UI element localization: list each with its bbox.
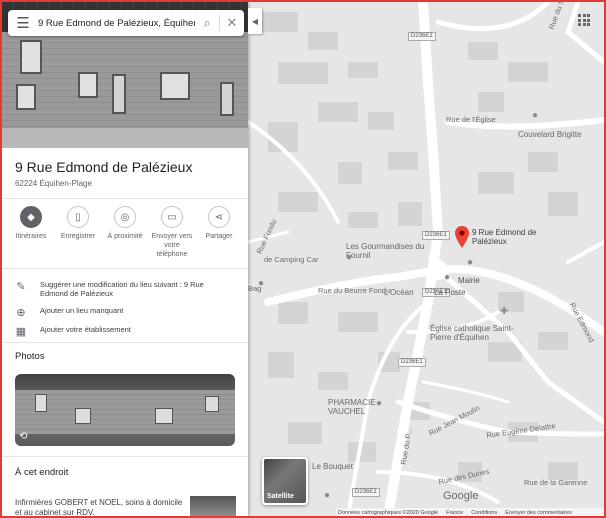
send-to-phone-label: Envoyer vers votre téléphone: [151, 233, 193, 258]
here-heading: À cet endroit: [15, 467, 69, 478]
search-box[interactable]: ☰ 9 Rue Edmond de Palézieux, Équihen-Pla…: [8, 10, 244, 36]
pharmacy-marker-icon[interactable]: ●: [376, 398, 382, 409]
road-tag-d236e1: D236E1: [422, 231, 450, 240]
nearby-label: À proximité: [107, 233, 143, 240]
share-icon: ⋖: [208, 206, 230, 228]
shop-marker-icon[interactable]: ●: [346, 252, 352, 263]
satellite-toggle[interactable]: Satellite: [262, 457, 308, 505]
place-panel: ☰ 9 Rue Edmond de Palézieux, Équihen-Pla…: [2, 2, 248, 516]
add-missing-place-label: Ajouter un lieu manquant: [40, 306, 124, 315]
send-to-phone-icon: ▭: [161, 206, 183, 228]
nearby-icon: ◎: [114, 206, 136, 228]
region-link[interactable]: France: [446, 510, 463, 516]
menu-icon[interactable]: ☰: [8, 14, 38, 32]
divider: [2, 198, 248, 199]
divider: [2, 342, 248, 343]
add-business-item[interactable]: ▦ Ajouter votre établissement: [2, 325, 248, 338]
save-label: Enregistrer: [60, 233, 96, 240]
photos-heading: Photos: [15, 351, 45, 362]
collapse-panel-button[interactable]: ◀: [248, 8, 262, 34]
map-label-couvelard: Couvelard Brigitte: [518, 130, 582, 139]
map-label-gourmandises: Les Gourmandises du Fournil: [346, 242, 425, 260]
share-button[interactable]: ⋖ Partager: [196, 206, 242, 259]
map-label-la-poste: La Poste: [434, 288, 466, 297]
map-canvas[interactable]: D236E1 D236E1 D236E1 D236E1 D236E1 Rue d…: [248, 2, 604, 516]
divider: [2, 456, 248, 457]
place-title: 9 Rue Edmond de Palézieux: [15, 159, 193, 175]
share-label: Partager: [205, 233, 233, 240]
map-footer: Données cartographiques ©2020 Google Fra…: [336, 508, 604, 516]
map-label-camping: de Camping Car: [264, 255, 319, 264]
road-tag-d236e1: D236E1: [408, 32, 436, 41]
directions-button[interactable]: ◆ Itinéraires: [8, 206, 54, 259]
map-label-rue-garenne: Rue de la Garenne: [524, 478, 588, 487]
business-listing[interactable]: Infirmières GOBERT et NOEL, soins à domi…: [15, 498, 183, 516]
pin-label: 9 Rue Edmond de Palézieux: [472, 228, 537, 246]
street-view-icon: ⟲: [19, 431, 28, 442]
google-logo: Google: [443, 490, 479, 502]
street-view-photo[interactable]: ⟲: [15, 374, 235, 446]
bookmark-icon: ▯: [67, 206, 89, 228]
suggest-edit-item[interactable]: ✎ Suggérer une modification du lieu suiv…: [2, 280, 248, 298]
satellite-label: Satellite: [267, 493, 294, 500]
send-to-phone-button[interactable]: ▭ Envoyer vers votre téléphone: [149, 206, 195, 259]
close-icon[interactable]: ✕: [220, 15, 244, 31]
map-label-rue-beurre: Rue du Beurre Fondu: [318, 286, 391, 295]
add-missing-place-item[interactable]: ⊕ Ajouter un lieu manquant: [2, 306, 248, 319]
action-bar: ◆ Itinéraires ▯ Enregistrer ◎ À proximit…: [8, 206, 242, 259]
map-label-le-bouquet: Le Bouquet: [312, 462, 353, 471]
add-business-icon: ▦: [15, 326, 27, 338]
road-tag-d236e1: D236E1: [398, 358, 426, 367]
townhall-marker-icon[interactable]: ●: [444, 272, 450, 283]
pencil-icon: ✎: [16, 281, 26, 293]
search-icon[interactable]: ⌕: [195, 15, 219, 31]
apps-grid-icon[interactable]: [578, 14, 590, 26]
directions-icon: ◆: [20, 206, 42, 228]
flower-shop-marker-icon[interactable]: ●: [324, 490, 330, 501]
map-data-credit: Données cartographiques ©2020 Google: [338, 510, 439, 516]
add-location-icon: ⊕: [16, 307, 26, 319]
divider: [2, 268, 248, 269]
add-business-label: Ajouter votre établissement: [40, 325, 131, 334]
map-label-locean: L'Océan: [384, 288, 414, 297]
save-button[interactable]: ▯ Enregistrer: [55, 206, 101, 259]
directions-label: Itinéraires: [15, 233, 47, 240]
camping-marker-icon[interactable]: ●: [258, 278, 264, 289]
location-pin-icon[interactable]: [455, 226, 469, 248]
road-tag-d236e1: D236E1: [352, 488, 380, 497]
map-label-mairie: Mairie: [458, 276, 480, 285]
search-input[interactable]: 9 Rue Edmond de Palézieux, Équihen-Plage: [38, 18, 195, 29]
business-thumbnail[interactable]: [190, 496, 236, 516]
map-label-eglise: Église catholique Saint-Pierre d'Équihen: [430, 324, 514, 342]
post-office-marker-icon[interactable]: ●: [467, 257, 473, 268]
map-label-rue-eglise: Rue de l'Église: [446, 115, 496, 124]
terms-link[interactable]: Conditions: [471, 510, 497, 516]
nearby-button[interactable]: ◎ À proximité: [102, 206, 148, 259]
feedback-link[interactable]: Envoyer des commentaires: [505, 510, 572, 516]
suggest-edit-label: Suggérer une modification du lieu suivan…: [40, 280, 204, 298]
place-subtitle: 62224 Équihen-Plage: [15, 179, 92, 188]
church-marker-icon[interactable]: ✚: [500, 306, 508, 317]
place-marker-icon[interactable]: ●: [532, 110, 538, 121]
